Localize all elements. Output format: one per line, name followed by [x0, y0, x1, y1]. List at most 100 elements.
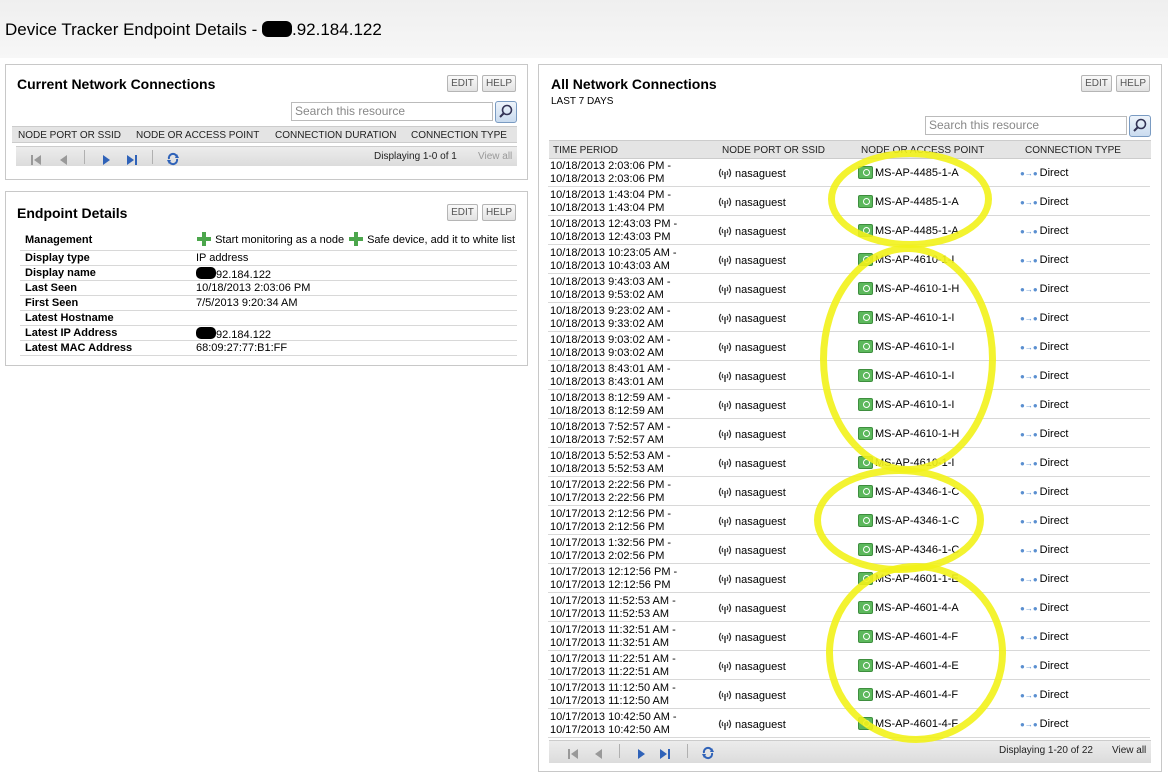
- ssid-cell[interactable]: nasaguest: [718, 630, 786, 644]
- ssid-cell[interactable]: nasaguest: [718, 340, 786, 354]
- time-start: 10/18/2013 10:23:05 AM -: [550, 247, 677, 259]
- search-button[interactable]: [495, 101, 517, 123]
- ssid-cell[interactable]: nasaguest: [718, 543, 786, 557]
- wireless-icon: [718, 603, 732, 614]
- detail-value: 7/5/2013 9:20:34 AM: [196, 297, 298, 309]
- wireless-icon: [718, 284, 732, 295]
- time-start: 10/18/2013 9:03:02 AM -: [550, 334, 671, 346]
- wireless-icon: [718, 371, 732, 382]
- connection-type-cell: ●→● Direct: [1020, 370, 1068, 382]
- prev-page-icon[interactable]: [593, 745, 605, 764]
- help-button[interactable]: HELP: [1116, 75, 1150, 92]
- edit-button[interactable]: EDIT: [1081, 75, 1112, 92]
- page-title-text: Device Tracker Endpoint Details -: [5, 20, 262, 39]
- next-page-icon[interactable]: [635, 745, 647, 764]
- divider: [687, 744, 688, 758]
- detail-row: Display name 92.184.122: [20, 266, 517, 281]
- time-start: 10/17/2013 2:22:56 PM -: [550, 479, 672, 491]
- displaying-count: Displaying 1-0 of 1: [374, 151, 457, 162]
- first-page-icon[interactable]: [30, 151, 42, 170]
- ssid-cell[interactable]: nasaguest: [718, 601, 786, 615]
- detail-value: 92.184.122: [196, 327, 271, 341]
- ssid-cell[interactable]: nasaguest: [718, 253, 786, 267]
- ssid-cell[interactable]: nasaguest: [718, 485, 786, 499]
- direct-connection-icon: ●→●: [1020, 662, 1038, 671]
- highlight-ellipse: [820, 245, 996, 473]
- time-end: 10/18/2013 12:43:03 PM: [550, 231, 671, 243]
- view-all-link[interactable]: View all: [478, 151, 512, 162]
- last-page-icon[interactable]: [659, 745, 671, 764]
- search-button[interactable]: [1129, 115, 1151, 137]
- wireless-icon: [718, 429, 732, 440]
- time-start: 10/17/2013 11:12:50 AM -: [550, 682, 676, 694]
- ssid-cell[interactable]: nasaguest: [718, 195, 786, 209]
- ssid-label: nasaguest: [735, 487, 786, 499]
- connection-type-label: Direct: [1039, 573, 1069, 585]
- time-end: 10/18/2013 9:33:02 AM: [550, 318, 664, 330]
- table-header: TIME PERIOD NODE PORT OR SSID NODE OR AC…: [549, 140, 1151, 159]
- last-page-icon[interactable]: [126, 151, 138, 170]
- time-start: 10/18/2013 9:23:02 AM -: [550, 305, 671, 317]
- time-start: 10/17/2013 11:52:53 AM -: [550, 595, 676, 607]
- detail-value: IP address: [196, 252, 248, 264]
- displaying-count: Displaying 1-20 of 22: [999, 745, 1093, 756]
- management-row: Management Start monitoring as a node Sa…: [20, 230, 517, 251]
- ssid-label: nasaguest: [735, 168, 786, 180]
- time-start: 10/18/2013 9:43:03 AM -: [550, 276, 671, 288]
- table-row: 10/18/2013 10:23:05 AM -10/18/2013 10:43…: [548, 245, 1150, 274]
- wireless-icon: [718, 197, 732, 208]
- edit-button[interactable]: EDIT: [447, 75, 478, 92]
- view-all-link[interactable]: View all: [1112, 745, 1146, 756]
- next-page-icon[interactable]: [100, 151, 112, 170]
- ssid-cell[interactable]: nasaguest: [718, 717, 786, 731]
- ssid-cell[interactable]: nasaguest: [718, 224, 786, 238]
- connection-type-cell: ●→● Direct: [1020, 196, 1068, 208]
- direct-connection-icon: ●→●: [1020, 169, 1038, 178]
- refresh-icon[interactable]: [701, 745, 715, 764]
- time-start: 10/17/2013 11:22:51 AM -: [550, 653, 676, 665]
- ssid-cell[interactable]: nasaguest: [718, 311, 786, 325]
- wireless-icon: [718, 545, 732, 556]
- refresh-icon[interactable]: [166, 151, 180, 170]
- direct-connection-icon: ●→●: [1020, 314, 1038, 323]
- ssid-label: nasaguest: [735, 545, 786, 557]
- ssid-label: nasaguest: [735, 603, 786, 615]
- all-connections-subtitle: LAST 7 DAYS: [551, 96, 614, 107]
- ssid-cell[interactable]: nasaguest: [718, 456, 786, 470]
- safe-device-link[interactable]: Safe device, add it to white list: [348, 231, 515, 247]
- help-button[interactable]: HELP: [482, 204, 516, 221]
- time-start: 10/17/2013 12:12:56 PM -: [550, 566, 678, 578]
- detail-value: 10/18/2013 2:03:06 PM: [196, 282, 310, 294]
- col-time-period: TIME PERIOD: [553, 145, 619, 156]
- ssid-cell[interactable]: nasaguest: [718, 514, 786, 528]
- ssid-label: nasaguest: [735, 342, 786, 354]
- first-page-icon[interactable]: [567, 745, 579, 764]
- ssid-label: nasaguest: [735, 429, 786, 441]
- ssid-cell[interactable]: nasaguest: [718, 688, 786, 702]
- search-input[interactable]: Search this resource: [925, 116, 1127, 135]
- direct-connection-icon: ●→●: [1020, 372, 1038, 381]
- ssid-cell[interactable]: nasaguest: [718, 282, 786, 296]
- ssid-cell[interactable]: nasaguest: [718, 427, 786, 441]
- ssid-cell[interactable]: nasaguest: [718, 659, 786, 673]
- help-button[interactable]: HELP: [482, 75, 516, 92]
- connection-type-cell: ●→● Direct: [1020, 399, 1068, 411]
- col-node-ap: NODE OR ACCESS POINT: [136, 130, 260, 141]
- direct-connection-icon: ●→●: [1020, 691, 1038, 700]
- time-start: 10/17/2013 2:12:56 PM -: [550, 508, 672, 520]
- ssid-cell[interactable]: nasaguest: [718, 398, 786, 412]
- ssid-cell[interactable]: nasaguest: [718, 369, 786, 383]
- connection-type-cell: ●→● Direct: [1020, 515, 1068, 527]
- prev-page-icon[interactable]: [58, 151, 70, 170]
- redaction-mark: [196, 267, 216, 279]
- ssid-cell[interactable]: nasaguest: [718, 166, 786, 180]
- wireless-icon: [718, 661, 732, 672]
- start-monitoring-link[interactable]: Start monitoring as a node: [196, 231, 344, 247]
- connection-type-cell: ●→● Direct: [1020, 718, 1068, 730]
- edit-button[interactable]: EDIT: [447, 204, 478, 221]
- table-row: 10/18/2013 5:52:53 AM -10/18/2013 5:52:5…: [548, 448, 1150, 477]
- ssid-cell[interactable]: nasaguest: [718, 572, 786, 586]
- search-input[interactable]: Search this resource: [291, 102, 493, 121]
- connection-type-label: Direct: [1039, 196, 1069, 208]
- connection-type-cell: ●→● Direct: [1020, 167, 1068, 179]
